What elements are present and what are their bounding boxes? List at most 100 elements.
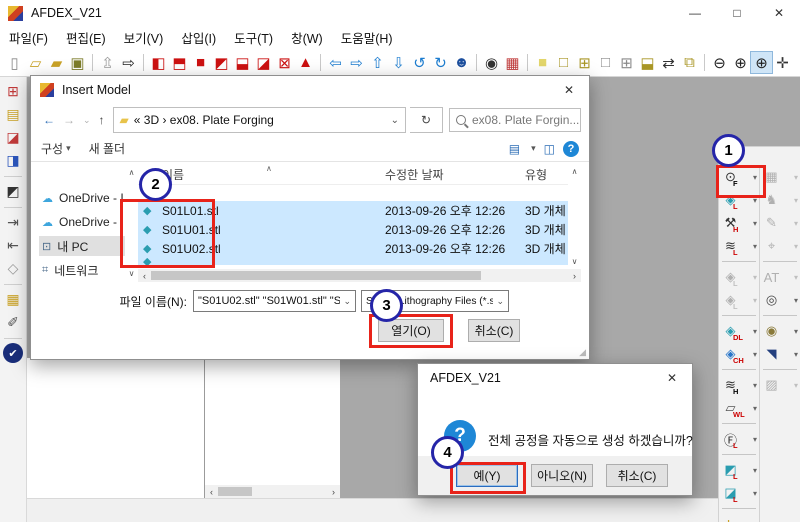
chevron-down-icon[interactable]: ▾ — [753, 219, 757, 228]
cube-wire-icon[interactable]: □ — [595, 52, 616, 73]
file-list-hscrollbar[interactable]: ‹ › — [138, 269, 581, 282]
scroll-down-icon[interactable]: ∨ — [129, 269, 135, 278]
block-yl-button[interactable]: ◩ L ▾ — [721, 459, 757, 481]
view-caret-icon[interactable]: ▾ — [531, 143, 536, 154]
cube-move-up-icon[interactable]: ⇧ — [367, 52, 388, 73]
zoom-edge-icon[interactable]: ◔ — [793, 52, 800, 73]
monitor-dark-icon[interactable]: ◩ — [3, 181, 23, 201]
chevron-down-icon[interactable]: ▾ — [794, 273, 798, 282]
filename-input[interactable]: "S01U02.stl" "S01W01.stl" "S0 ⌄ — [193, 290, 356, 312]
file-list-vscrollbar[interactable]: ∧ ∨ — [568, 164, 581, 269]
zoom-extents-icon[interactable]: ⊖ — [709, 52, 730, 73]
filename-value[interactable]: "S01U02.stl" "S01W01.stl" "S0 — [198, 295, 340, 307]
cube-stack-icon[interactable]: ⧉ — [679, 52, 700, 73]
chevron-down-icon[interactable]: ⌄ — [343, 296, 351, 307]
menu-item[interactable]: 편집(E) — [57, 28, 115, 47]
chevron-down-icon[interactable]: ⌄ — [496, 296, 504, 307]
minimize-button[interactable]: — — [674, 0, 716, 26]
resize-grip[interactable]: ◢ — [579, 347, 586, 358]
eraser-wl-button[interactable]: ▱ WL ▾ — [721, 397, 757, 419]
chevron-down-icon[interactable]: ▾ — [753, 381, 757, 390]
cube-red-corner-icon[interactable]: ◩ — [211, 52, 232, 73]
scroll-thumb[interactable] — [151, 271, 481, 280]
monitor-result-icon[interactable]: ◪ — [3, 127, 23, 147]
scroll-down-icon[interactable]: ∨ — [572, 257, 578, 266]
chevron-down-icon[interactable]: ▾ — [794, 296, 798, 305]
scroll-left-icon[interactable]: ‹ — [205, 487, 218, 497]
cube-solid-yellow-icon[interactable]: ■ — [532, 52, 553, 73]
search-box[interactable]: ex08. Plate Forgin... — [449, 108, 581, 132]
cube-grid-icon[interactable]: ⊞ — [616, 52, 637, 73]
flow-import-icon[interactable]: ⇤ — [3, 235, 23, 255]
view-head-icon[interactable]: ☻ — [451, 52, 472, 73]
check-icon[interactable]: ✔ — [3, 343, 23, 363]
breadcrumb[interactable]: ▰ « 3D › ex08. Plate Forging ⌄ — [113, 107, 406, 133]
scroll-thumb[interactable] — [218, 487, 252, 496]
zoom-in-icon[interactable]: ⊕ — [730, 52, 751, 73]
export-doc-icon[interactable]: ⇨ — [118, 52, 139, 73]
view-mode-icon[interactable]: ▤ — [509, 142, 520, 156]
chevron-down-icon[interactable]: ▾ — [794, 327, 798, 336]
breadcrumb-path[interactable]: « 3D › ex08. Plate Forging — [134, 113, 274, 127]
chevron-down-icon[interactable]: ▾ — [794, 219, 798, 228]
maximize-button[interactable]: □ — [716, 0, 758, 26]
model-tree-icon[interactable]: ⊞ — [3, 81, 23, 101]
cube-red-left-icon[interactable]: ◧ — [148, 52, 169, 73]
monitor-chart-icon[interactable]: ◨ — [3, 150, 23, 170]
flange-fl-button[interactable]: Ⓕ L ▾ — [721, 428, 757, 450]
chevron-down-icon[interactable]: ▾ — [753, 435, 757, 444]
cube-move-right-icon[interactable]: ⇨ — [346, 52, 367, 73]
back-icon[interactable]: ← — [39, 113, 59, 127]
cube-red-cross-icon[interactable]: ⊠ — [274, 52, 295, 73]
search-text[interactable]: ex08. Plate Forgin... — [472, 113, 579, 127]
nav-this-pc[interactable]: ⊡ 내 PC — [39, 236, 125, 256]
chevron-down-icon[interactable]: ▾ — [794, 350, 798, 359]
rotate-ccw-icon[interactable]: ↺ — [409, 52, 430, 73]
organize-button[interactable]: 구성 — [41, 140, 63, 157]
cancel-button[interactable]: 취소(C) — [606, 464, 668, 487]
lshape-button[interactable]: L L ▾ — [721, 513, 757, 522]
cube-move-left-icon[interactable]: ⇦ — [325, 52, 346, 73]
hammer-tool-button[interactable]: ⚒ H ▾ — [721, 212, 757, 234]
die-gray2-button[interactable]: ◈ L ▾ — [721, 289, 757, 311]
flow-export-icon[interactable]: ⇥ — [3, 212, 23, 232]
help-icon[interactable]: ? — [563, 141, 579, 157]
close-button[interactable]: ✕ — [758, 0, 800, 26]
menu-item[interactable]: 도구(T) — [225, 28, 282, 47]
organize-caret-icon[interactable]: ▾ — [66, 143, 71, 154]
scroll-left-icon[interactable]: ‹ — [138, 271, 151, 281]
snapshot-icon[interactable]: ◉ — [481, 52, 502, 73]
chevron-down-icon[interactable]: ▾ — [753, 350, 757, 359]
pan-hand-icon[interactable]: ✛ — [772, 52, 793, 73]
cube-red-solid-icon[interactable]: ■ — [190, 52, 211, 73]
press-frame-button[interactable]: ▦ ▾ — [762, 166, 798, 188]
scroll-up-icon[interactable]: ∧ — [129, 168, 135, 177]
dropper-button[interactable]: ✎ ▾ — [762, 212, 798, 234]
viewport-scrollbar[interactable]: ‹ › — [205, 485, 340, 498]
wire-cube-icon[interactable]: ◇ — [3, 258, 23, 278]
chevron-down-icon[interactable]: ▾ — [794, 381, 798, 390]
scroll-up-icon[interactable]: ∧ — [572, 167, 578, 176]
column-header-date[interactable]: 수정한 날짜 — [385, 166, 525, 183]
spring-tool-button[interactable]: ≋ L ▾ — [721, 235, 757, 257]
org-chart-icon[interactable]: ▦ — [3, 289, 23, 309]
nav-onedrive-1[interactable]: ☁ OneDrive - I — [39, 188, 125, 208]
chevron-down-icon[interactable]: ▾ — [753, 273, 757, 282]
flag-button[interactable]: ◥ ▾ — [762, 343, 798, 365]
chevron-down-icon[interactable]: ▾ — [753, 242, 757, 251]
chevron-down-icon[interactable]: ▾ — [753, 489, 757, 498]
at-button[interactable]: AT ▾ — [762, 266, 798, 288]
rotate-cw-icon[interactable]: ↻ — [430, 52, 451, 73]
manipulator-button[interactable]: ♞ ▾ — [762, 189, 798, 211]
chevron-down-icon[interactable]: ▾ — [753, 296, 757, 305]
die-gray1-button[interactable]: ◈ L ▾ — [721, 266, 757, 288]
menu-item[interactable]: 파일(F) — [0, 28, 57, 47]
breadcrumb-caret-icon[interactable]: ⌄ — [391, 115, 399, 126]
palette-icon[interactable]: ▦ — [502, 52, 523, 73]
library-icon[interactable]: ▤ — [3, 104, 23, 124]
new-file-icon[interactable]: ▯ — [4, 52, 25, 73]
coin-button[interactable]: ◉ ▾ — [762, 320, 798, 342]
cube-swap-icon[interactable]: ⇄ — [658, 52, 679, 73]
die-dl-button[interactable]: ◈ DL ▾ — [721, 320, 757, 342]
menu-item[interactable]: 창(W) — [282, 28, 332, 47]
